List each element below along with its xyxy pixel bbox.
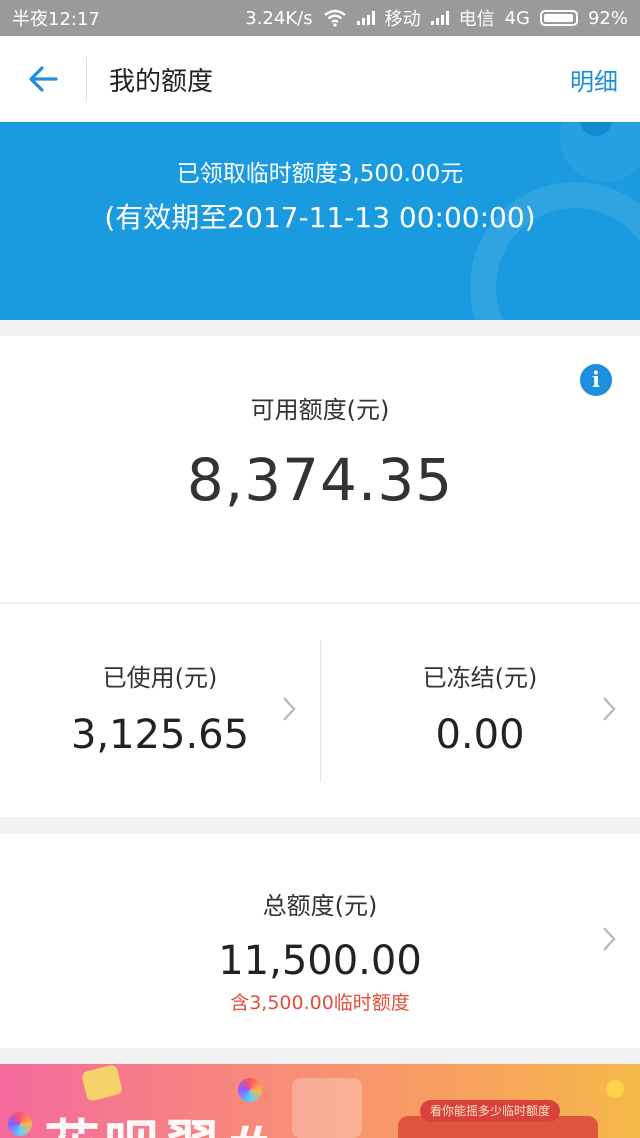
used-value: 3,125.65 xyxy=(70,712,250,758)
available-amount: 8,374.35 xyxy=(186,446,454,514)
temp-quota-note: 含3,500.00临时额度 xyxy=(230,992,410,1014)
battery-level: 92% xyxy=(587,7,628,29)
nav-divider xyxy=(86,57,87,101)
used-label: 已使用(元) xyxy=(102,664,218,692)
slot-knob-icon xyxy=(606,1080,624,1098)
chevron-right-icon xyxy=(283,697,296,721)
available-label: 可用额度(元) xyxy=(250,396,390,424)
network-speed: 3.24K/s xyxy=(245,7,313,29)
wifi-icon xyxy=(323,9,346,27)
frozen-value: 0.00 xyxy=(435,712,525,758)
total-quota-card[interactable]: 总额度(元) 11,500.00 含3,500.00临时额度 xyxy=(0,834,640,1048)
coin-icon xyxy=(80,1064,124,1102)
signal-icon xyxy=(430,11,449,25)
status-bar: 半夜12:17 3.24K/s 移动 电信 4G 92% xyxy=(0,0,640,36)
used-section[interactable]: 已使用(元) 3,125.65 xyxy=(0,604,320,817)
detail-link[interactable]: 明细 xyxy=(570,62,618,97)
chevron-right-icon xyxy=(603,927,616,951)
back-button[interactable] xyxy=(0,36,86,122)
total-label: 总额度(元) xyxy=(262,892,378,920)
gift-box-icon xyxy=(292,1078,362,1138)
status-right: 3.24K/s 移动 电信 4G 92% xyxy=(245,5,628,31)
chevron-right-icon xyxy=(603,697,616,721)
carrier-1: 移动 xyxy=(384,9,421,30)
promo-tag: 看你能摇多少临时额度 xyxy=(420,1100,561,1122)
status-time: 半夜12:17 xyxy=(12,9,100,30)
used-frozen-card: 已使用(元) 3,125.65 已冻结(元) 0.00 xyxy=(0,603,640,817)
carrier-2: 电信 xyxy=(458,9,495,30)
banner-line-1: 已领取临时额度3,500.00元 xyxy=(176,161,464,187)
battery-icon xyxy=(539,10,578,26)
ball-icon xyxy=(238,1078,262,1102)
promo-headline: 花呗翠# xyxy=(44,1102,275,1138)
available-quota-card: i 可用额度(元) 8,374.35 xyxy=(0,336,640,602)
total-value: 11,500.00 xyxy=(218,938,422,984)
nav-bar: 我的额度 明细 xyxy=(0,36,640,122)
promo-banner[interactable]: 花呗翠# 看你能摇多少临时额度 xyxy=(0,1064,640,1138)
banner-line-2: (有效期至2017-11-13 00:00:00) xyxy=(104,201,536,234)
ball-icon xyxy=(8,1112,32,1136)
frozen-label: 已冻结(元) xyxy=(422,664,538,692)
network-type: 4G xyxy=(504,7,530,29)
temp-quota-banner: 已领取临时额度3,500.00元 (有效期至2017-11-13 00:00:0… xyxy=(0,122,640,320)
page-title: 我的额度 xyxy=(109,66,214,97)
frozen-section[interactable]: 已冻结(元) 0.00 xyxy=(320,604,640,817)
signal-icon xyxy=(356,11,375,25)
arrow-left-icon xyxy=(29,66,58,92)
